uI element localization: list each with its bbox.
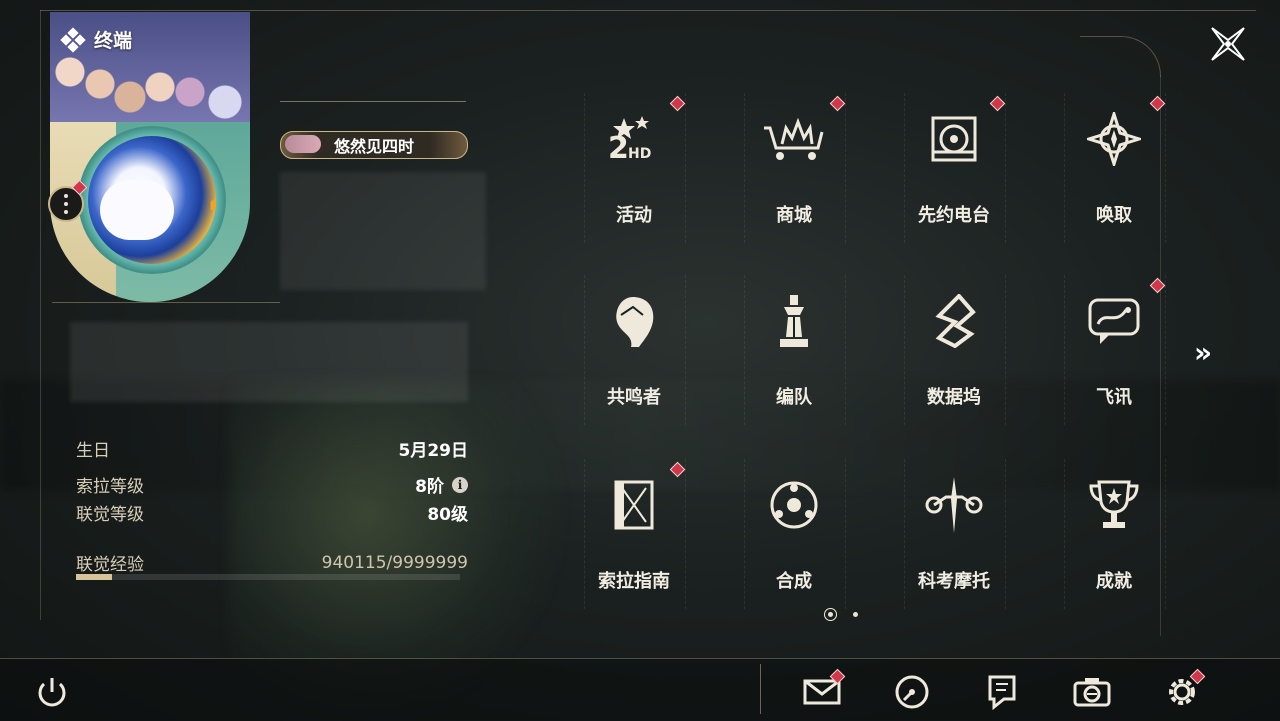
chess-team-icon <box>758 285 830 357</box>
menu-item-label: 科考摩托 <box>918 571 990 592</box>
page-dot-active[interactable] <box>828 612 833 617</box>
notice-icon <box>988 675 1016 710</box>
stat-birthday: 生日 5月29日 <box>76 436 468 461</box>
avatar[interactable]: 2 <box>88 136 216 264</box>
menu-item-label: 商城 <box>776 205 812 226</box>
stat-label: 生日 <box>76 441 110 461</box>
menu-item-label: 唤取 <box>1096 205 1132 226</box>
synthesis-icon <box>758 469 830 541</box>
name-plate-decoration <box>285 135 321 153</box>
terminal-title: 终端 <box>94 30 133 52</box>
menu-item-achievements[interactable]: 成就 <box>1064 459 1166 609</box>
divider <box>280 101 466 102</box>
menu-item-label: 成就 <box>1096 571 1132 592</box>
stat-value: 940115/9999999 <box>321 552 468 573</box>
avatar-character <box>100 180 174 240</box>
menu-item-label: 数据坞 <box>927 387 981 408</box>
exp-progress-bar <box>76 574 460 580</box>
stat-union-exp: 联觉经验 940115/9999999 <box>76 550 468 576</box>
shop-cart-icon <box>758 103 830 175</box>
power-icon[interactable] <box>32 672 72 712</box>
player-name-plate: 悠然见四时 <box>280 131 468 159</box>
next-page-chevron-icon[interactable]: » <box>1194 336 1212 369</box>
stat-union-level: 联觉等级 80级 <box>76 500 468 525</box>
frame-corner <box>1080 36 1161 77</box>
hidden-info-box <box>280 172 486 290</box>
menu-item-synthesis[interactable]: 合成 <box>744 459 846 609</box>
close-icon[interactable] <box>1206 22 1250 66</box>
terminal-header: 终端 <box>60 26 133 53</box>
stat-value: 80级 <box>427 505 468 525</box>
frame-line <box>40 10 41 620</box>
clock-icon <box>895 675 929 709</box>
menu-item-guide[interactable]: 索拉指南 <box>584 459 686 609</box>
stat-value: 8阶 <box>415 477 444 497</box>
menu-item-label: 活动 <box>616 205 652 226</box>
menu-item-summon[interactable]: 唤取 <box>1064 93 1166 243</box>
menu-item-label: 飞讯 <box>1096 387 1132 408</box>
menu-item-shop[interactable]: 商城 <box>744 93 846 243</box>
menu-item-label: 编队 <box>776 387 812 408</box>
menu-item-label: 合成 <box>776 571 812 592</box>
menu-item-label: 共鸣者 <box>607 387 661 408</box>
stat-label: 索拉等级 <box>76 477 144 497</box>
exp-progress-fill <box>76 574 113 580</box>
divider <box>52 302 280 303</box>
terminal-diamond-icon <box>60 26 86 53</box>
menu-item-label: 先约电台 <box>918 205 990 226</box>
mail-button[interactable] <box>802 668 846 712</box>
resonator-head-icon <box>598 285 670 357</box>
frame-line <box>40 10 1256 11</box>
message-bubble-icon <box>1078 285 1150 357</box>
motorbike-icon <box>918 469 990 541</box>
camera-button[interactable] <box>1072 672 1112 712</box>
event-2hd-icon: 2 HD <box>598 103 670 175</box>
divider <box>760 664 761 714</box>
trophy-icon <box>1078 469 1150 541</box>
stat-value: 5月29日 <box>398 441 469 461</box>
page-indicator <box>828 612 858 617</box>
avatar-ornament: 2 <box>206 144 216 227</box>
camera-icon <box>1073 678 1111 707</box>
menu-item-data-dock[interactable]: 数据坞 <box>904 275 1006 425</box>
notice-button[interactable] <box>982 672 1022 712</box>
menu-item-team[interactable]: 编队 <box>744 275 846 425</box>
radio-icon <box>918 103 990 175</box>
player-name: 悠然见四时 <box>333 137 414 156</box>
settings-button[interactable] <box>1162 668 1206 712</box>
hidden-signature-box <box>70 322 468 402</box>
guide-book-icon <box>598 469 670 541</box>
data-dock-icon <box>918 285 990 357</box>
clock-button[interactable] <box>892 672 932 712</box>
menu-item-radio[interactable]: 先约电台 <box>904 93 1006 243</box>
menu-item-motorbike[interactable]: 科考摩托 <box>904 459 1006 609</box>
svg-text:HD: HD <box>628 146 651 162</box>
menu-item-activity[interactable]: 2 HD 活动 <box>584 93 686 243</box>
stat-sola-level: 索拉等级 8阶 i <box>76 472 468 497</box>
page-dot[interactable] <box>853 612 858 617</box>
menu-item-resonators[interactable]: 共鸣者 <box>584 275 686 425</box>
menu-item-label: 索拉指南 <box>598 571 670 592</box>
info-icon[interactable]: i <box>452 476 468 493</box>
menu-item-messages[interactable]: 飞讯 <box>1064 275 1166 425</box>
summon-compass-icon <box>1078 103 1150 175</box>
stat-label: 联觉经验 <box>76 555 144 575</box>
stat-label: 联觉等级 <box>76 505 144 525</box>
